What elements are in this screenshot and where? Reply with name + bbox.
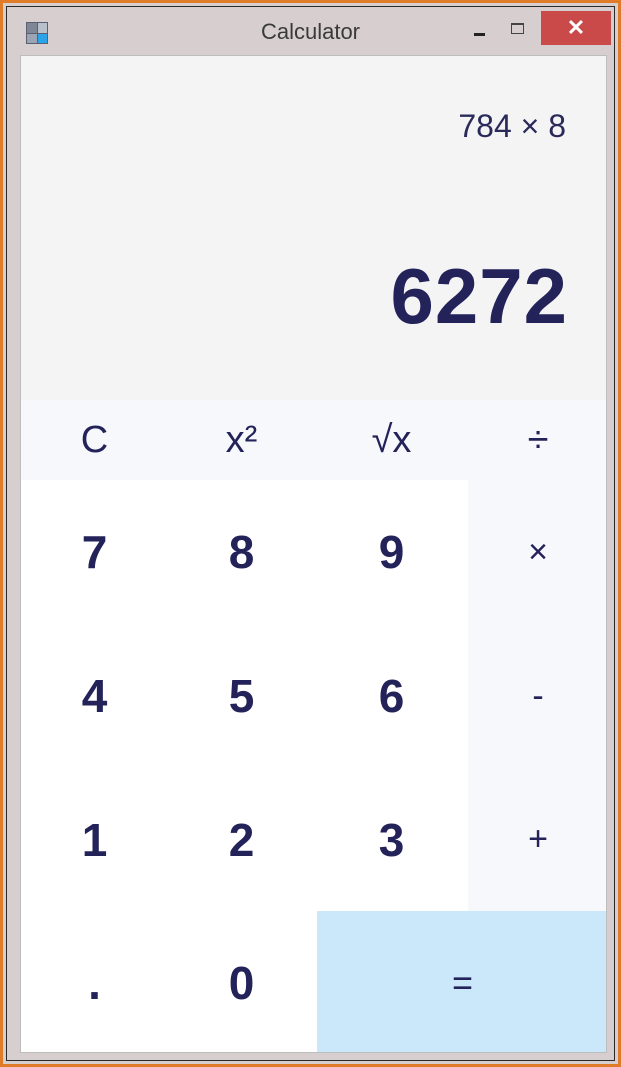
digit-6-button[interactable]: 6 xyxy=(315,624,468,768)
digit-9-button[interactable]: 9 xyxy=(315,480,468,624)
digit-4-button[interactable]: 4 xyxy=(21,624,168,768)
digit-8-button[interactable]: 8 xyxy=(168,480,315,624)
sqrt-button[interactable]: √x xyxy=(315,400,468,480)
digit-1-button[interactable]: 1 xyxy=(21,768,168,911)
digit-5-button[interactable]: 5 xyxy=(168,624,315,768)
calculator-body: 784 × 8 6272 C x² √x ÷ 7 8 9 × 4 5 6 - 1… xyxy=(20,55,607,1053)
multiply-button[interactable]: × xyxy=(468,480,606,624)
plus-button[interactable]: + xyxy=(468,768,606,911)
decimal-button[interactable]: . xyxy=(21,911,168,1052)
minus-button[interactable]: - xyxy=(468,624,606,768)
digit-7-button[interactable]: 7 xyxy=(21,480,168,624)
title-bar[interactable]: Calculator ✕ xyxy=(7,7,614,55)
minimize-button[interactable] xyxy=(465,15,495,45)
clear-button[interactable]: C xyxy=(21,400,168,480)
display-panel: 784 × 8 6272 xyxy=(21,56,606,400)
divide-button[interactable]: ÷ xyxy=(468,400,606,480)
square-button[interactable]: x² xyxy=(168,400,315,480)
digit-3-button[interactable]: 3 xyxy=(315,768,468,911)
close-button[interactable]: ✕ xyxy=(541,11,611,45)
expression-display: 784 × 8 xyxy=(458,108,566,144)
result-display: 6272 xyxy=(390,252,568,340)
digit-2-button[interactable]: 2 xyxy=(168,768,315,911)
digit-0-button[interactable]: 0 xyxy=(168,911,315,1052)
equals-button[interactable]: = xyxy=(317,911,606,1052)
maximize-button[interactable] xyxy=(504,15,534,45)
calculator-window: Calculator ✕ 784 × 8 6272 C x² √x ÷ 7 8 … xyxy=(0,0,621,1067)
